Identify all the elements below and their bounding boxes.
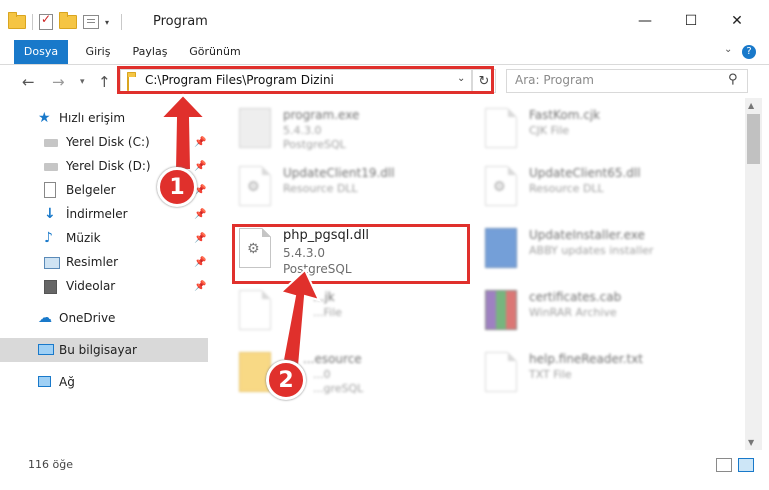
details-view-icon[interactable] <box>716 458 732 472</box>
status-bar <box>0 450 769 490</box>
step-marker-2: 2 <box>266 360 306 400</box>
step-marker-1: 1 <box>157 167 197 207</box>
annotation-arrows <box>158 93 321 368</box>
item-count: 116 öğe <box>28 458 73 471</box>
arrow-2 <box>279 268 321 368</box>
large-icons-view-icon[interactable] <box>738 458 754 472</box>
arrow-1 <box>158 93 208 171</box>
